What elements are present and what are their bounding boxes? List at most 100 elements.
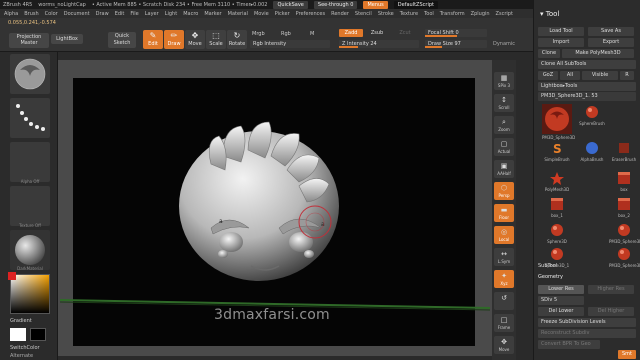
menu-item-color[interactable]: Color (45, 11, 58, 17)
tool-thumbnail-pm3d-sphere3d[interactable] (613, 246, 635, 262)
goz-r-button[interactable]: R (620, 71, 634, 80)
rotate-mode-button[interactable]: ↻ Rotate (227, 30, 247, 49)
actual-button[interactable]: ▢ Actual (494, 138, 514, 156)
tool-thumbnail-sphere3d[interactable] (546, 222, 568, 238)
m-button[interactable]: M (310, 31, 314, 37)
zoom-button[interactable]: ⌕ Zoom (494, 116, 514, 134)
del-lower-button[interactable]: Del Lower (538, 307, 584, 316)
menu-item-document[interactable]: Document (64, 11, 90, 17)
menu-item-light[interactable]: Light (165, 11, 177, 17)
menu-item-render[interactable]: Render (331, 11, 349, 17)
menu-item-brush[interactable]: Brush (24, 11, 38, 17)
menu-item-picker[interactable]: Picker (275, 11, 290, 17)
geometry-section[interactable]: Geometry (538, 274, 563, 280)
goz-button[interactable]: GoZ (538, 71, 558, 80)
menu-item-layer[interactable]: Layer (145, 11, 159, 17)
tool-thumbnail-box[interactable] (613, 170, 635, 186)
switch-color-button[interactable]: SwitchColor (10, 345, 40, 351)
xyz-button[interactable]: ✦ Xyz (494, 270, 514, 288)
export-button[interactable]: Export (588, 38, 634, 47)
zadd-button[interactable]: Zadd (339, 29, 363, 37)
zsub-button[interactable]: Zsub (365, 29, 389, 37)
material-thumbnail[interactable] (10, 230, 50, 270)
menus-button[interactable]: Menus (363, 0, 388, 9)
tool-thumbnail-box-1[interactable] (546, 196, 568, 212)
menu-item-zscript[interactable]: Zscript (496, 11, 513, 17)
stroke-thumbnail[interactable] (10, 98, 50, 138)
tool-thumbnail-eraserbrush[interactable] (613, 140, 635, 156)
quick-sketch-button[interactable]: Quick Sketch (108, 32, 136, 48)
tool-thumbnail-alphabrush[interactable] (581, 140, 603, 156)
lightbox-tools-button[interactable]: Lightbox▸Tools (538, 82, 636, 91)
rotate-view-button[interactable]: ↺ (494, 292, 514, 310)
lightbox-button[interactable]: LightBox (51, 34, 83, 44)
menu-item-macro[interactable]: Macro (183, 11, 198, 17)
move-button[interactable]: ✥ Move (494, 336, 514, 354)
del-higher-button[interactable]: Del Higher (588, 307, 634, 316)
quicksave-button[interactable]: QuickSave (273, 0, 308, 9)
aahalf-button[interactable]: ▣ AAHalf (494, 160, 514, 178)
draw-size-slider[interactable]: Draw Size 97 (425, 40, 487, 48)
alpha-thumbnail[interactable] (10, 142, 50, 182)
seethrough-slider[interactable]: See-through 0 (313, 0, 358, 9)
clone-all-subtools-button[interactable]: Clone All SubTools (538, 60, 636, 69)
tool-thumbnail-pm3d-sphere3d[interactable] (542, 104, 572, 134)
local-button[interactable]: ◎ Local (494, 226, 514, 244)
mrgb-button[interactable]: Mrgb (252, 31, 265, 37)
tool-thumbnail-simplebrush[interactable]: S (546, 140, 568, 156)
rgb-button[interactable]: Rgb (281, 31, 291, 37)
menu-item-stencil[interactable]: Stencil (355, 11, 372, 17)
gradient-label[interactable]: Gradient (10, 318, 32, 324)
menu-item-material[interactable]: Material (228, 11, 248, 17)
import-button[interactable]: Import (538, 38, 584, 47)
color-picker[interactable] (8, 272, 50, 314)
save-as-button[interactable]: Save As (588, 27, 634, 36)
current-tool-slider[interactable]: PM3D_Sphere3D_1. 53 (538, 92, 636, 101)
convert-bpr-button[interactable]: Convert BPR To Geo (538, 340, 600, 349)
menu-item-tool[interactable]: Tool (424, 11, 434, 17)
menu-item-preferences[interactable]: Preferences (296, 11, 325, 17)
rgb-intensity-slider[interactable]: Rgb Intensity (250, 40, 330, 48)
menu-item-texture[interactable]: Texture (400, 11, 418, 17)
move-mode-button[interactable]: ✥ Move (185, 30, 205, 49)
draw-mode-button[interactable]: ✏ Draw (164, 30, 184, 49)
default-zscript-button[interactable]: DefaultZScript (393, 0, 438, 9)
smt-button[interactable]: Smt (618, 350, 636, 359)
tool-thumbnail-polymesh3d[interactable] (546, 170, 568, 186)
alternate-label[interactable]: Alternate (10, 353, 33, 359)
dynamic-button[interactable]: Dynamic (490, 40, 518, 48)
persp-button[interactable]: ⬡ Persp (494, 182, 514, 200)
freeze-subdivision-button[interactable]: Freeze SubDivision Levels (538, 318, 636, 327)
menu-item-stroke[interactable]: Stroke (378, 11, 394, 17)
menu-item-file[interactable]: File (130, 11, 138, 17)
load-tool-button[interactable]: Load Tool (538, 27, 584, 36)
l-sym-button[interactable]: ↔ L.Sym (494, 248, 514, 266)
menu-item-edit[interactable]: Edit (115, 11, 125, 17)
floor-button[interactable]: ▬ Floor (494, 204, 514, 222)
sdiv-slider[interactable]: SDiv 5 (538, 296, 584, 305)
frame-button[interactable]: □ Frame (494, 314, 514, 332)
scale-mode-button[interactable]: ⬚ Scale (206, 30, 226, 49)
subtool-section[interactable]: SubTool (538, 263, 557, 269)
clone-button[interactable]: Clone (538, 49, 560, 58)
goz-all-button[interactable]: All (560, 71, 580, 80)
z-intensity-slider[interactable]: Z Intensity 24 (339, 40, 419, 48)
brush-thumbnail[interactable] (10, 54, 50, 94)
lower-res-button[interactable]: Lower Res (538, 285, 584, 294)
main-color-swatch[interactable] (10, 328, 26, 341)
make-polymesh-button[interactable]: Make PolyMesh3D (562, 49, 634, 58)
projection-master-button[interactable]: Projection Master (9, 33, 49, 48)
menu-item-marker[interactable]: Marker (204, 11, 221, 17)
higher-res-button[interactable]: Higher Res (588, 285, 634, 294)
menu-item-alpha[interactable]: Alpha (4, 11, 18, 17)
edit-mode-button[interactable]: ✎ Edit (143, 30, 163, 49)
scroll-button[interactable]: ↕ Scroll (494, 94, 514, 112)
tool-thumbnail-sphere3d-1[interactable] (546, 246, 568, 262)
tool-thumbnail-pm3d-sphere3d[interactable] (613, 222, 635, 238)
menu-item-transform[interactable]: Transform (440, 11, 465, 17)
menu-item-draw[interactable]: Draw (96, 11, 109, 17)
spix-3-button[interactable]: ▦ SPix 3 (494, 72, 514, 90)
secondary-color-swatch[interactable] (30, 328, 46, 341)
tool-thumbnail-spherebrush[interactable] (581, 104, 603, 120)
tool-thumbnail-box-2[interactable] (613, 196, 635, 212)
